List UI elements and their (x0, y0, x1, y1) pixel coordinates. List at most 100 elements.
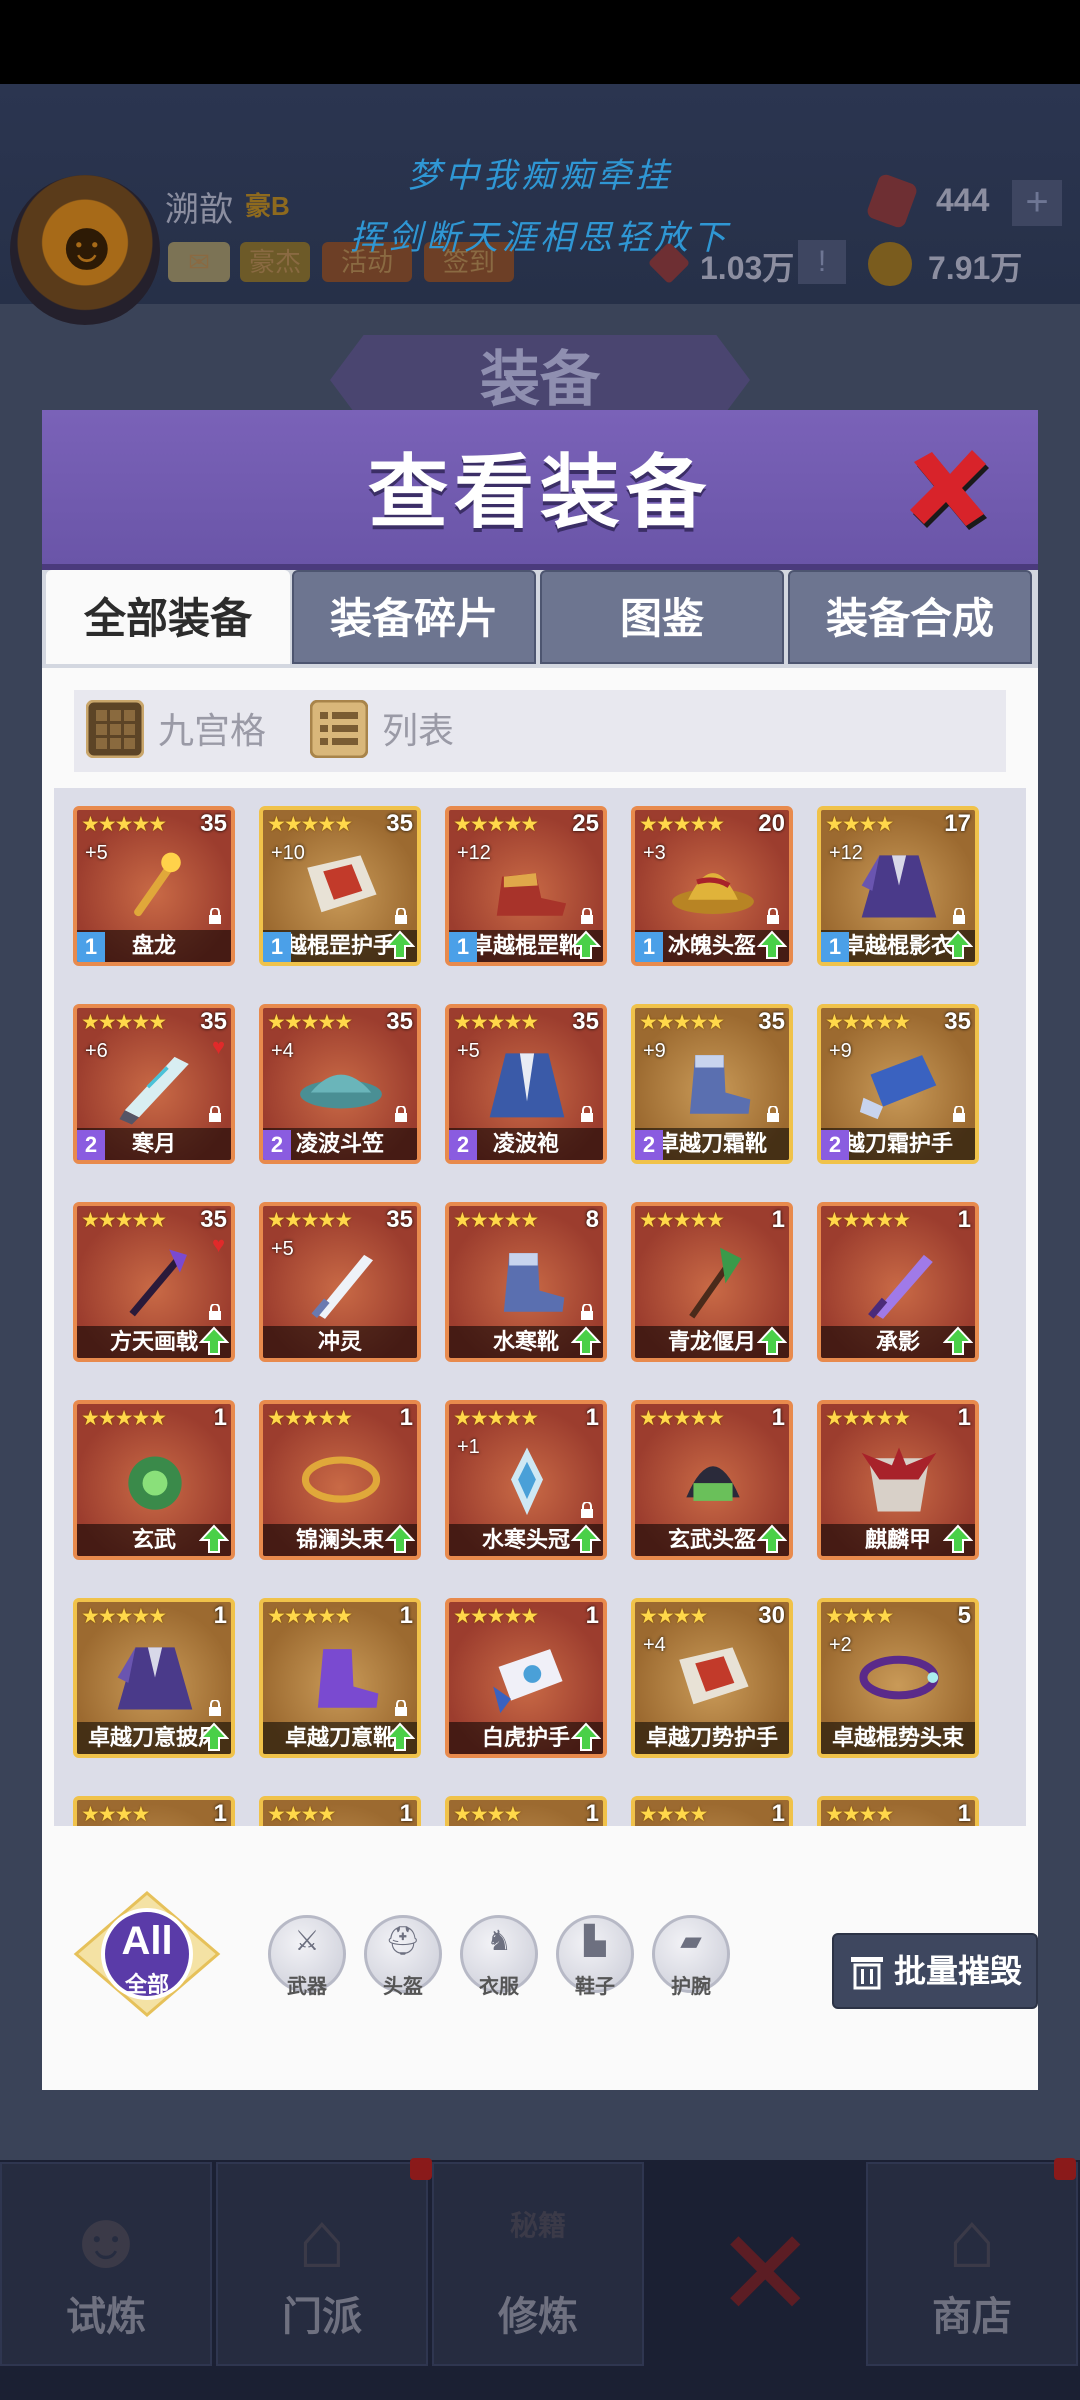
book-icon: 秘籍 (434, 2204, 642, 2244)
item-art-icon (859, 1055, 937, 1120)
item-level: 1 (771, 1206, 785, 1233)
equipment-item[interactable]: ★★★★★ 35 +5 盘龙 1 (73, 806, 235, 966)
item-level: 1 (957, 1206, 971, 1233)
item-stars: ★★★★ (639, 1803, 708, 1826)
item-art-icon (128, 1456, 182, 1510)
batch-destroy-button[interactable]: 批量摧毁 (832, 1933, 1038, 2009)
item-art-icon (311, 1254, 373, 1319)
equipment-item[interactable]: ★★★★★ 25 +12 卓越棍罡靴 1 (445, 806, 607, 966)
item-stars: ★★★★ (825, 1803, 894, 1826)
equipment-item[interactable]: ★★★★★ 1 承影 (817, 1202, 979, 1362)
equipment-item[interactable]: ★★★★★ 1 玄武头盔 (631, 1400, 793, 1560)
filter-helmet-button[interactable]: ⛑ 头盔 (364, 1915, 442, 1998)
item-level: 1 (399, 1800, 413, 1826)
nav-shop[interactable]: ⌂ 商店 (866, 2162, 1078, 2366)
upgrade-arrow-icon (943, 1524, 973, 1553)
shop-icon: ⌂ (947, 2195, 997, 2284)
robe-icon: ♞ (486, 1925, 512, 1956)
filter-weapon-button[interactable]: ⚔ 武器 (268, 1915, 346, 1998)
tab-equipment-fragments[interactable]: 装备碎片 (292, 570, 536, 664)
equipment-item[interactable]: ★★★★★ 35 ♥ 方天画戟 (73, 1202, 235, 1362)
equipment-item[interactable]: ★★★★★ 1 卓越刀意靴 (259, 1598, 421, 1758)
item-art-icon (489, 1053, 565, 1118)
lock-icon (395, 1106, 407, 1122)
item-art-icon (307, 855, 377, 913)
item-tier-badge: 2 (635, 1130, 663, 1160)
equipment-item[interactable]: ★★★★★ 1 卓越刀意披风 (73, 1598, 235, 1758)
item-tier-badge: 1 (635, 932, 663, 962)
equipment-item[interactable]: ★★★★★ 35 +5 冲灵 (259, 1202, 421, 1362)
power-info-button[interactable]: ! (798, 240, 846, 284)
batch-destroy-label: 批量摧毁 (894, 1953, 1023, 1989)
equipment-item[interactable]: ★★★★★ 35 +9 越刀霜护手 2 (817, 1004, 979, 1164)
item-stars: ★★★★★ (267, 1407, 353, 1430)
item-level: 35 (386, 1008, 413, 1035)
upgrade-arrow-icon (385, 930, 415, 959)
close-button[interactable] (902, 442, 992, 532)
tab-equipment-synthesis[interactable]: 装备合成 (788, 570, 1032, 664)
upgrade-arrow-icon (571, 930, 601, 959)
item-stars: ★★★★ (639, 1605, 708, 1628)
nav-cultivate[interactable]: 秘籍 修炼 (432, 2162, 644, 2366)
equipment-item[interactable]: ★★★★ 17 +12 卓越棍影衣 1 (817, 806, 979, 966)
equipment-item[interactable]: ★★★★★ 1 青龙偃月 (631, 1202, 793, 1362)
notification-dot (410, 2158, 432, 2180)
upgrade-arrow-icon (757, 1326, 787, 1355)
equipment-item[interactable]: ★★★★★ 35 +5 凌波袍 2 (445, 1004, 607, 1164)
equipment-item[interactable]: ★★★★★ 35 +6 ♥ 寒月 2 (73, 1004, 235, 1164)
equipment-item[interactable]: ★★★★ 5 +2 卓越棍势头束 (817, 1598, 979, 1758)
filter-shoes-button[interactable]: ▙ 鞋子 (556, 1915, 634, 1998)
item-level: 1 (213, 1404, 227, 1431)
filter-bracer-button[interactable]: ▰ 护腕 (652, 1915, 730, 1998)
filter-clothes-button[interactable]: ♞ 衣服 (460, 1915, 538, 1998)
helmet-icon: ⛑ (385, 1925, 421, 1956)
item-art-icon (861, 855, 937, 918)
item-level: 35 (758, 1008, 785, 1035)
item-enhance: +5 (271, 1238, 294, 1260)
item-enhance: +4 (643, 1634, 666, 1656)
lock-icon (767, 908, 779, 924)
item-stars: ★★★★ (825, 1605, 894, 1628)
equipment-item[interactable]: ★★★★★ 8 水寒靴 (445, 1202, 607, 1362)
item-level: 1 (213, 1602, 227, 1629)
add-gems-button[interactable]: + (1012, 180, 1062, 226)
item-stars: ★★★★★ (81, 1605, 167, 1628)
equipment-item[interactable]: ★★★★★ 1 麒麟甲 (817, 1400, 979, 1560)
equipment-item[interactable]: ★★★★ 1 (817, 1796, 979, 1826)
notification-dot (1054, 2158, 1076, 2180)
nav-sect[interactable]: ⌂ 门派 (216, 2162, 428, 2366)
equipment-item[interactable]: ★★★★ 1 (631, 1796, 793, 1826)
filter-all-button[interactable]: All 全部 (72, 1889, 222, 2019)
item-art-icon (503, 1253, 565, 1312)
equipment-item[interactable]: ★★★★★ 1 白虎护手 (445, 1598, 607, 1758)
equipment-item[interactable]: ★★★★★ 35 +4 凌波斗笠 2 (259, 1004, 421, 1164)
lock-icon (209, 1700, 221, 1716)
equipment-item[interactable]: ★★★★ 1 (445, 1796, 607, 1826)
nav-close-icon[interactable]: ✕ (715, 2205, 816, 2344)
item-stars: ★★★★★ (267, 1011, 353, 1034)
item-stars: ★★★★★ (453, 1011, 539, 1034)
tab-all-equipment[interactable]: 全部装备 (46, 570, 290, 664)
item-stars: ★★★★★ (453, 813, 539, 836)
lock-icon (209, 1304, 221, 1320)
item-art-icon (300, 1074, 382, 1109)
gem-count: 444 (936, 182, 990, 218)
equipment-item[interactable]: ★★★★ 1 (73, 1796, 235, 1826)
equipment-item[interactable]: ★★★★★ 35 +10 越棍罡护手 1 (259, 806, 421, 966)
equipment-item[interactable]: ★★★★ 1 (259, 1796, 421, 1826)
equipment-item[interactable]: ★★★★★ 1 锦澜头束 (259, 1400, 421, 1560)
equipment-item[interactable]: ★★★★★ 1 +1 水寒头冠 (445, 1400, 607, 1560)
equipment-item[interactable]: ★★★★★ 20 +3 冰魄头盔 1 (631, 806, 793, 966)
tab-catalog[interactable]: 图鉴 (540, 570, 784, 664)
equipment-item[interactable]: ★★★★★ 35 +9 卓越刀霜靴 2 (631, 1004, 793, 1164)
grid-icon (86, 700, 144, 758)
item-art-icon (134, 852, 181, 917)
nav-trial[interactable]: ☻ 试炼 (0, 2162, 212, 2366)
equipment-item[interactable]: ★★★★★ 1 玄武 (73, 1400, 235, 1560)
item-level: 17 (944, 810, 971, 837)
view-grid-label: 九宫格 (158, 710, 267, 751)
sword-icon: ⚔ (294, 1925, 320, 1956)
upgrade-arrow-icon (385, 1722, 415, 1751)
equipment-item[interactable]: ★★★★ 30 +4 卓越刀势护手 (631, 1598, 793, 1758)
equipment-grid: ★★★★★ 35 +5 盘龙 1 ★★★★★ 35 +10 越棍罡护手 1 ★★★★★ 25 +12 卓越… (54, 788, 1026, 1826)
